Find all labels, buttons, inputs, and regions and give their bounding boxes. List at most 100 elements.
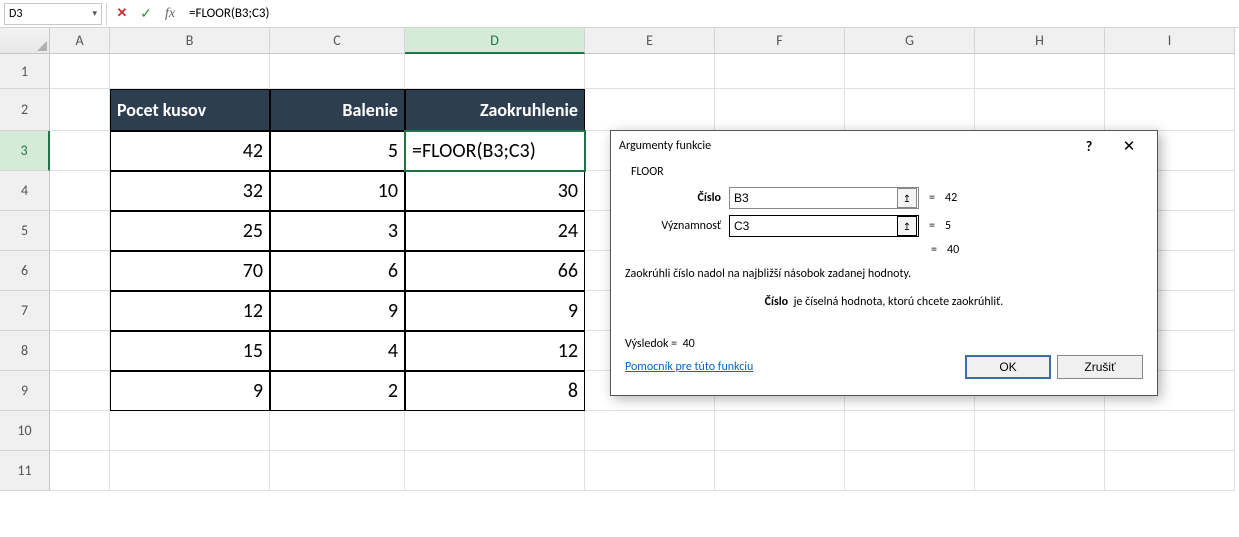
cell-C11[interactable]	[270, 451, 405, 491]
table-cell-B7[interactable]: 12	[110, 291, 270, 331]
table-cell-C6[interactable]: 6	[270, 251, 405, 291]
table-cell-B5[interactable]: 25	[110, 211, 270, 251]
help-icon[interactable]: ?	[1069, 132, 1109, 160]
table-cell-B3[interactable]: 42	[110, 131, 270, 171]
cell-F2[interactable]	[715, 89, 845, 131]
cell-E11[interactable]	[585, 451, 715, 491]
column-header-B[interactable]: B	[110, 28, 270, 54]
table-cell-D4[interactable]: 30	[405, 171, 585, 211]
close-icon[interactable]: ✕	[1109, 132, 1149, 160]
cell-A11[interactable]	[50, 451, 110, 491]
accept-icon[interactable]: ✓	[135, 3, 157, 25]
select-all-corner[interactable]	[0, 28, 50, 54]
cell-A10[interactable]	[50, 411, 110, 451]
cell-G11[interactable]	[845, 451, 975, 491]
cell-D11[interactable]	[405, 451, 585, 491]
cell-I10[interactable]	[1105, 411, 1235, 451]
table-header-C[interactable]: Balenie	[270, 89, 405, 131]
column-header-A[interactable]: A	[50, 28, 110, 54]
cell-F1[interactable]	[715, 54, 845, 89]
column-header-G[interactable]: G	[845, 28, 975, 54]
column-header-C[interactable]: C	[270, 28, 405, 54]
cancel-icon[interactable]: ✕	[111, 3, 133, 25]
column-header-E[interactable]: E	[585, 28, 715, 54]
cell-A4[interactable]	[50, 171, 110, 211]
table-cell-B8[interactable]: 15	[110, 331, 270, 371]
row-header-9[interactable]: 9	[0, 371, 50, 411]
cell-H1[interactable]	[975, 54, 1105, 89]
row-header-4[interactable]: 4	[0, 171, 50, 211]
row-header-10[interactable]: 10	[0, 411, 50, 451]
table-cell-C9[interactable]: 2	[270, 371, 405, 411]
cell-A3[interactable]	[50, 131, 110, 171]
cell-H10[interactable]	[975, 411, 1105, 451]
column-header-D[interactable]: D	[405, 28, 585, 54]
cell-G10[interactable]	[845, 411, 975, 451]
table-cell-C7[interactable]: 9	[270, 291, 405, 331]
table-cell-D8[interactable]: 12	[405, 331, 585, 371]
cell-A9[interactable]	[50, 371, 110, 411]
row-header-11[interactable]: 11	[0, 451, 50, 491]
formula-input[interactable]: =FLOOR(B3;C3)	[181, 0, 1239, 27]
table-cell-D5[interactable]: 24	[405, 211, 585, 251]
cell-A1[interactable]	[50, 54, 110, 89]
cell-I2[interactable]	[1105, 89, 1235, 131]
row-header-8[interactable]: 8	[0, 331, 50, 371]
row-header-3[interactable]: 3	[0, 131, 50, 171]
cell-F11[interactable]	[715, 451, 845, 491]
cell-A6[interactable]	[50, 251, 110, 291]
cell-B11[interactable]	[110, 451, 270, 491]
cancel-button[interactable]: Zrušiť	[1057, 355, 1143, 379]
cell-E2[interactable]	[585, 89, 715, 131]
dialog-titlebar[interactable]: Argumenty funkcie ? ✕	[611, 131, 1157, 161]
collapse-dialog-icon[interactable]: ↥	[897, 216, 917, 236]
column-header-I[interactable]: I	[1105, 28, 1235, 54]
table-cell-C3[interactable]: 5	[270, 131, 405, 171]
row-header-5[interactable]: 5	[0, 211, 50, 251]
cell-C10[interactable]	[270, 411, 405, 451]
column-header-H[interactable]: H	[975, 28, 1105, 54]
table-cell-B6[interactable]: 70	[110, 251, 270, 291]
table-cell-C5[interactable]: 3	[270, 211, 405, 251]
row-header-1[interactable]: 1	[0, 54, 50, 89]
table-header-D[interactable]: Zaokruhlenie	[405, 89, 585, 131]
cell-C1[interactable]	[270, 54, 405, 89]
arg-input-significance[interactable]	[730, 216, 897, 236]
cell-A8[interactable]	[50, 331, 110, 371]
cell-G1[interactable]	[845, 54, 975, 89]
cell-D1[interactable]	[405, 54, 585, 89]
cell-I1[interactable]	[1105, 54, 1235, 89]
table-cell-B4[interactable]: 32	[110, 171, 270, 211]
cell-B1[interactable]	[110, 54, 270, 89]
row-header-7[interactable]: 7	[0, 291, 50, 331]
ok-button[interactable]: OK	[965, 355, 1051, 379]
cell-I11[interactable]	[1105, 451, 1235, 491]
cell-G2[interactable]	[845, 89, 975, 131]
table-cell-D6[interactable]: 66	[405, 251, 585, 291]
cell-E10[interactable]	[585, 411, 715, 451]
table-cell-D7[interactable]: 9	[405, 291, 585, 331]
cell-H2[interactable]	[975, 89, 1105, 131]
column-header-F[interactable]: F	[715, 28, 845, 54]
table-cell-D3[interactable]: =FLOOR(B3;C3)	[405, 131, 585, 171]
row-header-6[interactable]: 6	[0, 251, 50, 291]
cell-H11[interactable]	[975, 451, 1105, 491]
help-link[interactable]: Pomocník pre túto funkciu	[625, 360, 753, 374]
collapse-dialog-icon[interactable]: ↥	[897, 188, 917, 208]
cell-D10[interactable]	[405, 411, 585, 451]
table-cell-C8[interactable]: 4	[270, 331, 405, 371]
cell-A7[interactable]	[50, 291, 110, 331]
arg-input-number[interactable]	[730, 188, 897, 208]
cell-F10[interactable]	[715, 411, 845, 451]
table-cell-C4[interactable]: 10	[270, 171, 405, 211]
cell-E1[interactable]	[585, 54, 715, 89]
cell-A2[interactable]	[50, 89, 110, 131]
fx-icon[interactable]: fx	[159, 3, 181, 25]
table-cell-B9[interactable]: 9	[110, 371, 270, 411]
cell-A5[interactable]	[50, 211, 110, 251]
name-box[interactable]: D3 ▾	[4, 3, 102, 25]
chevron-down-icon[interactable]: ▾	[92, 8, 97, 19]
row-header-2[interactable]: 2	[0, 89, 50, 131]
cell-B10[interactable]	[110, 411, 270, 451]
table-header-B[interactable]: Pocet kusov	[110, 89, 270, 131]
